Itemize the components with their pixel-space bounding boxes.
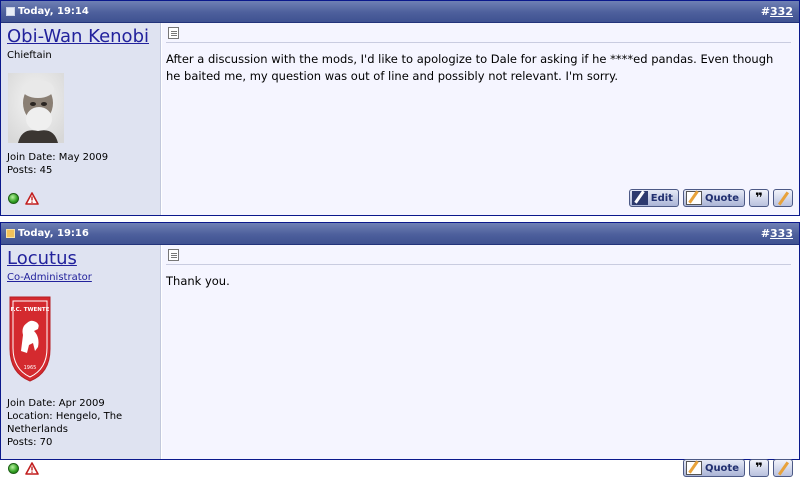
- multiquote-button[interactable]: ❞: [749, 459, 769, 477]
- multiquote-button[interactable]: ❞: [749, 189, 769, 207]
- date-icon: [6, 229, 15, 238]
- post-header: Today, 19:14 #332: [1, 1, 799, 23]
- user-title: Chieftain: [7, 50, 52, 61]
- report-icon[interactable]: [25, 192, 39, 205]
- crest-year: 1965: [24, 365, 37, 371]
- post-332: Today, 19:14 #332 Obi-Wan Kenobi Chiefta…: [0, 0, 800, 216]
- multiquote-icon: ❞: [755, 191, 763, 206]
- post-icon: [168, 249, 179, 261]
- post-number: #333: [760, 227, 793, 240]
- edit-button[interactable]: Edit: [628, 189, 679, 207]
- post-message: Thank you.: [166, 274, 230, 288]
- online-status-icon: [8, 463, 19, 474]
- date-icon: [6, 7, 15, 16]
- quote-button[interactable]: Quote: [682, 459, 745, 477]
- join-date: Join Date: May 2009: [7, 152, 109, 163]
- quote-icon: [685, 461, 702, 475]
- quote-button-label: Quote: [704, 462, 739, 474]
- edit-button-label: Edit: [650, 192, 673, 204]
- user-panel: Locutus Co-Administrator F.C. TWENTE 196…: [1, 245, 161, 475]
- message-panel: Thank you. Quote ❞: [162, 245, 799, 477]
- post-header: Today, 19:16 #333: [1, 223, 799, 245]
- post-count: Posts: 70: [7, 437, 53, 448]
- post-date: Today, 19:16: [18, 228, 89, 239]
- post-controls: Edit Quote ❞: [628, 189, 793, 207]
- crest-text: F.C. TWENTE: [11, 307, 50, 313]
- location: Location: Hengelo, The Netherlands: [7, 411, 123, 435]
- post-message: After a discussion with the mods, I'd li…: [166, 52, 774, 83]
- avatar[interactable]: [8, 73, 64, 143]
- user-title[interactable]: Co-Administrator: [7, 272, 92, 283]
- post-date: Today, 19:14: [18, 6, 89, 17]
- user-details: Join Date: Apr 2009 Location: Hengelo, T…: [7, 397, 155, 449]
- post-number-link[interactable]: 332: [770, 5, 793, 18]
- divider: [166, 42, 791, 43]
- avatar[interactable]: F.C. TWENTE 1965: [7, 291, 53, 385]
- divider: [166, 264, 791, 265]
- quote-button-label: Quote: [704, 192, 739, 204]
- message-panel: After a discussion with the mods, I'd li…: [162, 23, 799, 215]
- join-date: Join Date: Apr 2009: [7, 398, 105, 409]
- username-link[interactable]: Locutus: [7, 248, 77, 269]
- quote-button[interactable]: Quote: [682, 189, 745, 207]
- user-details: Join Date: May 2009 Posts: 45: [7, 151, 108, 177]
- edit-icon: [631, 191, 648, 205]
- user-panel: Obi-Wan Kenobi Chieftain Join Date: May …: [1, 23, 161, 215]
- post-count: Posts: 45: [7, 165, 53, 176]
- username-link[interactable]: Obi-Wan Kenobi: [7, 26, 149, 47]
- quick-reply-button[interactable]: [773, 459, 793, 477]
- online-status-icon: [8, 193, 19, 204]
- post-number-link[interactable]: 333: [770, 227, 793, 240]
- quote-icon: [685, 191, 702, 205]
- post-icon: [168, 27, 179, 39]
- post-number: #332: [760, 5, 793, 18]
- quick-reply-button[interactable]: [773, 189, 793, 207]
- post-333: Today, 19:16 #333 Locutus Co-Administrat…: [0, 222, 800, 477]
- post-controls: Quote ❞: [682, 459, 793, 477]
- multiquote-icon: ❞: [755, 461, 763, 476]
